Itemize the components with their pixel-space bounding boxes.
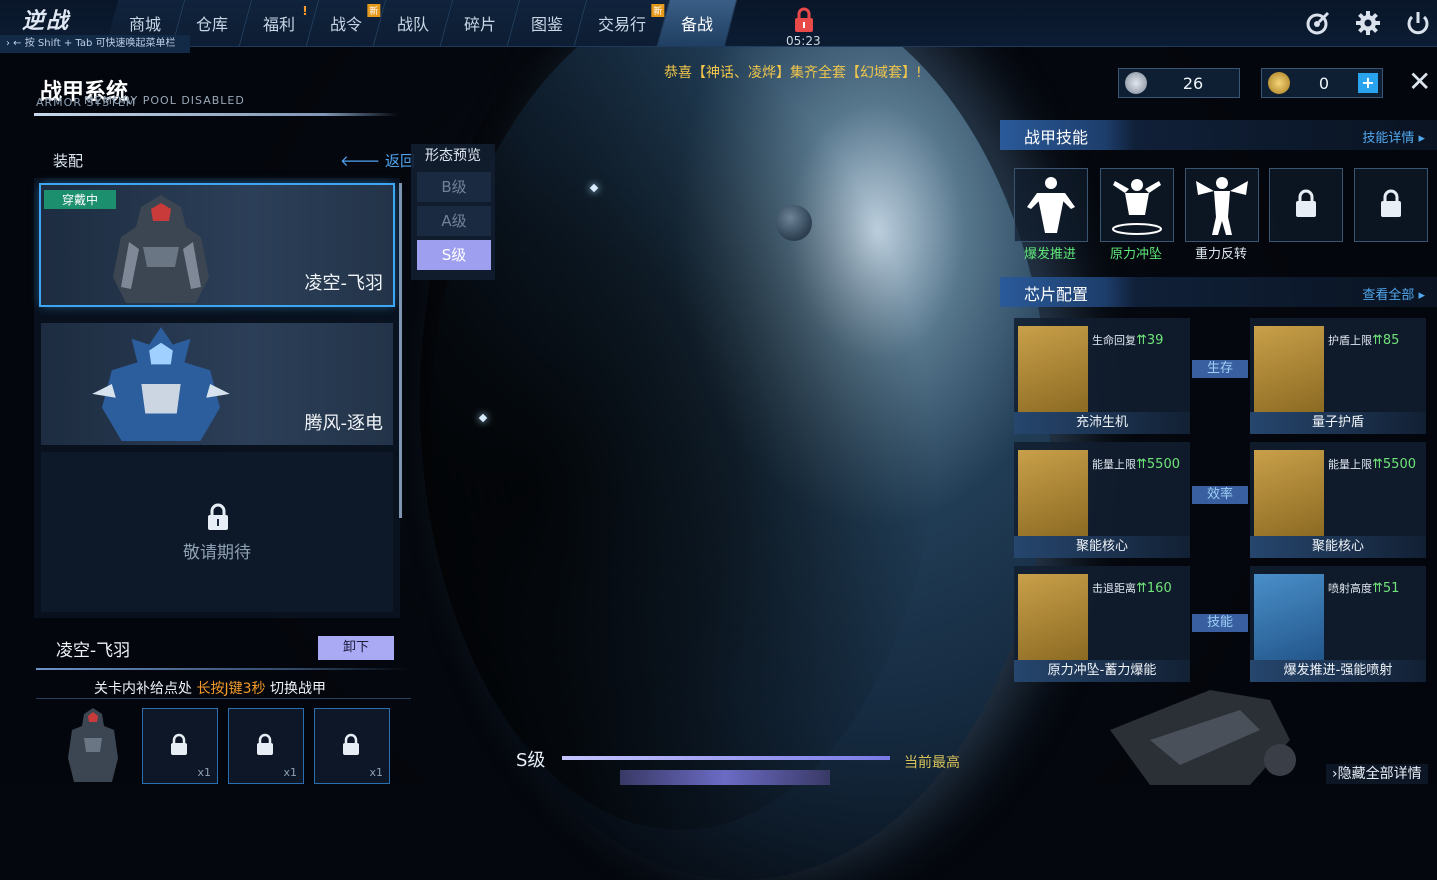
locked-armor-slot: 敬请期待 xyxy=(41,452,393,612)
locked-item-slot[interactable]: x1 xyxy=(228,708,304,784)
top-nav-bar: 逆战 商城 仓库 福利! 战令新 战队 碎片 图鉴 交易行新 备战 05:23 xyxy=(0,0,1437,48)
form-preview-panel: 形态预览 B级 A级 S级 xyxy=(411,144,495,280)
preview-title: 形态预览 xyxy=(425,148,481,164)
chips-title: 芯片配置 xyxy=(1024,285,1089,304)
nav-codex[interactable]: 图鉴 xyxy=(507,0,588,46)
mech-weapon-image xyxy=(1110,690,1296,785)
lock-icon xyxy=(171,733,187,755)
armor-portrait-image xyxy=(92,326,230,441)
chip-energy-icon xyxy=(1254,450,1324,536)
skill-name: 爆发推进 xyxy=(1023,247,1076,262)
armor-portrait-image xyxy=(68,708,118,782)
nav-welfare[interactable]: 福利! xyxy=(239,0,320,46)
hide-all-details-button[interactable]: ›隐藏全部详情 xyxy=(1326,764,1428,784)
skill-burst-icon xyxy=(1027,177,1075,233)
chip-shield-icon xyxy=(1254,326,1324,412)
armor-card[interactable]: 穿戴中 凌空-飞羽 xyxy=(39,183,395,307)
locked-item-slot[interactable]: x1 xyxy=(142,708,218,784)
armor-portrait-image xyxy=(113,195,209,303)
skill-details-link[interactable]: 技能详情 ▸ xyxy=(1362,127,1425,146)
nav-prepare[interactable]: 备战 xyxy=(657,0,738,46)
skill-name: 重力反转 xyxy=(1194,247,1247,262)
back-button[interactable]: 🡐 返回 xyxy=(340,150,415,171)
equip-label: 装配 xyxy=(53,152,84,170)
chip-card[interactable]: 护盾上限⇈85 量子护盾 xyxy=(1250,318,1426,434)
memory-overlay-text: MEMORY POOL DISABLED xyxy=(84,94,245,107)
view-all-link[interactable]: 查看全部 ▸ xyxy=(1362,284,1425,303)
announcement-text: 恭喜【神话、凌烨】集齐全套【幻域套】! xyxy=(664,65,922,81)
unequip-button[interactable]: 卸下 xyxy=(318,636,394,660)
nav-fragments[interactable]: 碎片 xyxy=(440,0,521,46)
skill-name: 原力冲坠 xyxy=(1109,247,1162,262)
coming-soon-text: 敬请期待 xyxy=(183,543,251,563)
lock-icon xyxy=(1381,189,1401,217)
chip-card[interactable]: 能量上限⇈5500 聚能核心 xyxy=(1014,442,1190,558)
title-divider xyxy=(34,113,398,116)
skills-header: 战甲技能 技能详情 ▸ xyxy=(1000,120,1437,150)
power-icon[interactable] xyxy=(1405,10,1431,36)
armor-slot-portrait[interactable] xyxy=(56,708,130,782)
gold-currency: 0 + xyxy=(1261,68,1383,98)
chips-header: 芯片配置 查看全部 ▸ xyxy=(1000,277,1437,307)
chip-thrust-icon xyxy=(1254,574,1324,660)
armor-name: 腾风-逐电 xyxy=(304,413,384,434)
locked-skill-slot[interactable] xyxy=(1269,168,1343,242)
chip-card[interactable]: 击退距离⇈160 原力冲坠-蓄力爆能 xyxy=(1014,566,1190,682)
chip-card[interactable]: 喷射高度⇈51 爆发推进-强能喷射 xyxy=(1250,566,1426,682)
chip-energy-icon xyxy=(1018,450,1088,536)
main-nav: 商城 仓库 福利! 战令新 战队 碎片 图鉴 交易行新 备战 xyxy=(105,0,738,46)
silver-currency: 26 xyxy=(1118,68,1240,98)
grade-label: S级 xyxy=(516,750,546,771)
grade-status: 当前最高 xyxy=(904,755,960,771)
connector-efficiency: 效率 xyxy=(1192,486,1248,504)
connector-skill: 技能 xyxy=(1192,614,1248,632)
timer-text: 05:23 xyxy=(786,34,821,48)
scrollbar[interactable] xyxy=(399,183,402,518)
lock-icon xyxy=(343,733,359,755)
lock-icon xyxy=(1296,189,1316,217)
connector-survival: 生存 xyxy=(1192,360,1248,378)
armor-card[interactable]: 腾风-逐电 xyxy=(41,323,393,445)
add-currency-button[interactable]: + xyxy=(1358,73,1378,93)
switch-armor-tip: 关卡内补给点处 长按J键3秒 切换战甲 xyxy=(94,681,326,697)
grade-s-button[interactable]: S级 xyxy=(417,240,491,270)
moon-image xyxy=(776,205,812,241)
shortcut-hint: › ← 按 Shift + Tab 可快速唤起菜单栏 xyxy=(0,35,190,53)
skill-burst-thrust[interactable] xyxy=(1014,168,1088,242)
nav-trade[interactable]: 交易行新 xyxy=(574,0,671,46)
grade-progress-bar xyxy=(562,756,890,760)
nav-team[interactable]: 战队 xyxy=(373,0,454,46)
game-logo: 逆战 xyxy=(22,9,71,34)
target-icon[interactable] xyxy=(1305,10,1331,36)
lock-icon[interactable] xyxy=(790,6,818,34)
alert-badge: ! xyxy=(301,4,308,18)
current-armor-name: 凌空-飞羽 xyxy=(56,641,131,661)
lock-icon xyxy=(257,733,273,755)
locked-skill-slot[interactable] xyxy=(1354,168,1428,242)
grade-a-button[interactable]: A级 xyxy=(417,206,491,236)
new-badge: 新 xyxy=(367,4,381,17)
chip-card[interactable]: 生命回复⇈39 充沛生机 xyxy=(1014,318,1190,434)
lock-icon xyxy=(208,503,228,530)
armor-name: 凌空-飞羽 xyxy=(304,273,384,294)
gear-icon[interactable] xyxy=(1355,10,1381,36)
gold-coin-icon xyxy=(1268,72,1290,94)
chip-health-icon xyxy=(1018,326,1088,412)
silver-coin-icon xyxy=(1125,72,1147,94)
chip-card[interactable]: 能量上限⇈5500 聚能核心 xyxy=(1250,442,1426,558)
locked-item-slot[interactable]: x1 xyxy=(314,708,390,784)
arrow-left-icon: 🡐 xyxy=(340,152,381,170)
nav-battle-pass[interactable]: 战令新 xyxy=(306,0,387,46)
skill-slam-icon xyxy=(1112,179,1162,235)
skill-force-slam[interactable] xyxy=(1100,168,1174,242)
new-badge: 新 xyxy=(651,4,665,17)
close-button[interactable]: ✕ xyxy=(1408,68,1431,96)
skill-gravity-icon xyxy=(1196,177,1248,235)
chip-slam-icon xyxy=(1018,574,1088,660)
skill-gravity-reverse[interactable] xyxy=(1185,168,1259,242)
grade-b-button[interactable]: B级 xyxy=(417,172,491,202)
skills-title: 战甲技能 xyxy=(1024,128,1089,147)
